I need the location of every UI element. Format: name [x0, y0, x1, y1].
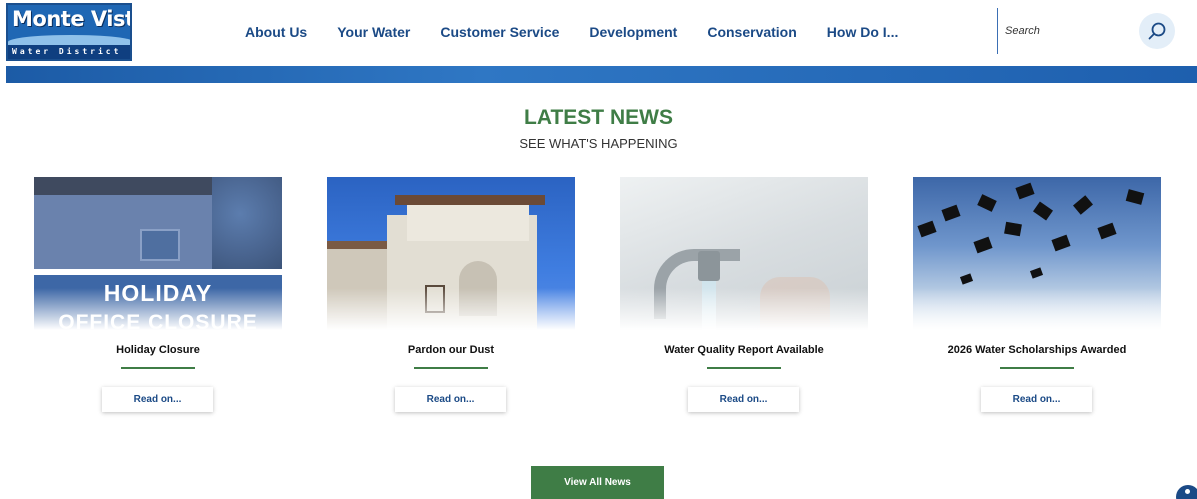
graduation-cap-icon — [1097, 222, 1117, 240]
search-divider — [997, 8, 998, 54]
nav-item-development[interactable]: Development — [574, 22, 692, 42]
search-icon — [1148, 22, 1166, 40]
news-image-holiday-closure[interactable]: HOLIDAY OFFICE CLOSURE — [34, 177, 282, 330]
accessibility-icon — [1185, 489, 1190, 494]
graduation-cap-icon — [941, 204, 961, 222]
search-input[interactable] — [1005, 20, 1115, 42]
image-glass — [760, 277, 830, 330]
site-header: Monte Vista Water District About Us Your… — [0, 0, 1197, 66]
image-roof-cap — [395, 195, 545, 205]
read-on-button[interactable]: Read on... — [395, 387, 506, 412]
news-image-pardon-our-dust[interactable] — [327, 177, 575, 330]
title-underline — [1000, 367, 1074, 369]
nav-item-conservation[interactable]: Conservation — [692, 22, 811, 42]
title-underline — [121, 367, 195, 369]
news-card-pardon-our-dust: Pardon our Dust Read on... — [327, 177, 575, 417]
logo-wordmark: Monte Vista — [12, 7, 130, 31]
nav-item-customer-service[interactable]: Customer Service — [425, 22, 574, 42]
image-text-holiday: HOLIDAY — [103, 280, 213, 306]
read-on-button[interactable]: Read on... — [981, 387, 1092, 412]
graduation-cap-icon — [1073, 195, 1093, 215]
news-image-water-quality-report[interactable] — [620, 177, 868, 330]
read-on-button[interactable]: Read on... — [688, 387, 799, 412]
news-image-water-scholarships[interactable] — [913, 177, 1161, 330]
image-text-office-closure: OFFICE CLOSURE — [58, 311, 258, 330]
main-nav: About Us Your Water Customer Service Dev… — [230, 22, 913, 42]
news-card-holiday-closure: HOLIDAY OFFICE CLOSURE Holiday Closure R… — [34, 177, 282, 417]
title-underline — [707, 367, 781, 369]
image-water-stream — [702, 281, 716, 330]
graduation-cap-icon — [1004, 221, 1022, 237]
image-tower — [407, 201, 529, 241]
graduation-cap-icon — [1029, 267, 1044, 279]
graduation-cap-icon — [1125, 189, 1145, 205]
image-tree — [212, 177, 282, 269]
image-faucet — [654, 249, 740, 319]
graduation-cap-icon — [977, 194, 997, 212]
news-card-water-scholarships: 2026 Water Scholarships Awarded Read on.… — [913, 177, 1161, 417]
image-window — [140, 229, 180, 261]
nav-item-how-do-i[interactable]: How Do I... — [812, 22, 914, 42]
image-spout — [698, 251, 720, 281]
graduation-cap-icon — [1015, 182, 1035, 200]
graduation-cap-icon — [917, 220, 937, 238]
graduation-cap-icon — [973, 236, 993, 254]
site-logo[interactable]: Monte Vista Water District — [6, 3, 132, 61]
news-card-title: Water Quality Report Available — [664, 344, 824, 356]
accessibility-button[interactable] — [1176, 485, 1197, 499]
image-arch — [459, 261, 497, 316]
title-underline — [414, 367, 488, 369]
image-window-grill — [425, 285, 445, 313]
header-band — [6, 66, 1197, 83]
news-card-title: Holiday Closure — [116, 344, 200, 356]
news-card-water-quality-report: Water Quality Report Available Read on..… — [620, 177, 868, 417]
news-card-title: Pardon our Dust — [407, 344, 495, 356]
latest-news-title: LATEST NEWS — [524, 106, 673, 129]
logo-tagline: Water District — [8, 45, 130, 59]
graduation-cap-icon — [1033, 201, 1053, 221]
graduation-cap-icon — [1051, 234, 1071, 252]
news-card-title: 2026 Water Scholarships Awarded — [947, 344, 1127, 356]
latest-news-subtitle: SEE WHAT'S HAPPENING — [519, 136, 678, 151]
nav-item-about-us[interactable]: About Us — [230, 22, 322, 42]
nav-item-your-water[interactable]: Your Water — [322, 22, 425, 42]
read-on-button[interactable]: Read on... — [102, 387, 213, 412]
search-button[interactable] — [1139, 13, 1175, 49]
view-all-news-button[interactable]: View All News — [531, 466, 664, 499]
graduation-cap-icon — [959, 273, 974, 285]
